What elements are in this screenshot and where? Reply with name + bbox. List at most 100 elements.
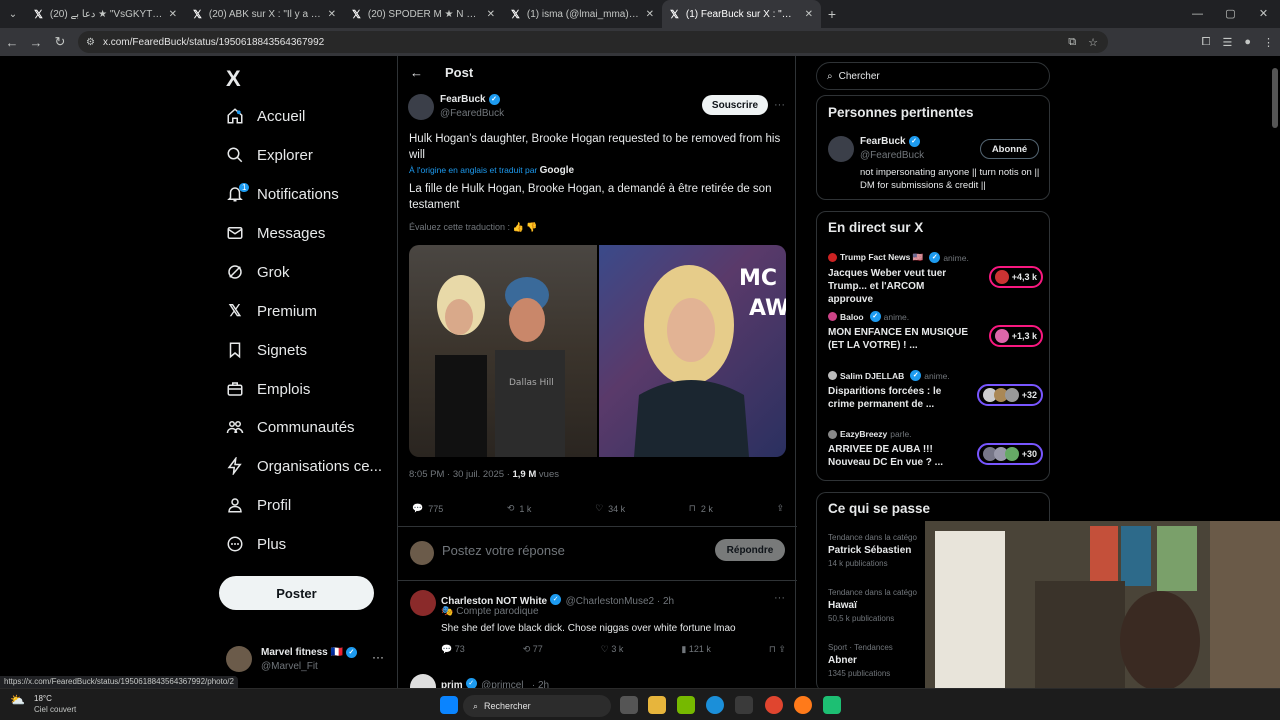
avatar[interactable] [410, 674, 436, 688]
nvidia-icon[interactable] [677, 696, 695, 714]
file-explorer-icon[interactable] [648, 696, 666, 714]
person-name-row[interactable]: FearBuck ✓ [860, 136, 920, 147]
tab-groups-icon[interactable]: ☰ [1222, 36, 1232, 49]
sidebar-item-bookmarks[interactable]: Signets [226, 335, 307, 365]
reply-button[interactable]: 💬 775 [412, 503, 443, 514]
weather-desc[interactable]: Ciel couvert [34, 705, 76, 714]
sidebar-item-messages[interactable]: Messages [226, 218, 325, 248]
repost-button[interactable]: ⟲ 77 [523, 644, 543, 655]
reply-submit-button[interactable]: Répondre [715, 539, 785, 561]
reply-input[interactable]: Postez votre réponse [442, 543, 565, 558]
trend-item[interactable]: Sport · Tendances Abner 1345 publications [828, 643, 893, 678]
task-view-icon[interactable] [620, 696, 638, 714]
profile-icon[interactable]: ● [1244, 36, 1251, 48]
person-handle[interactable]: @FearedBuck [860, 150, 924, 161]
photo-2[interactable]: MC AW [598, 245, 786, 457]
sidebar-item-explore[interactable]: Explorer [226, 140, 313, 170]
following-button[interactable]: Abonné [980, 139, 1039, 159]
reply-button[interactable]: 💬 73 [441, 644, 465, 655]
thumbs-down-icon[interactable]: 👎 [526, 222, 537, 232]
forward-icon[interactable]: → [24, 35, 48, 50]
app-icon[interactable] [823, 696, 841, 714]
live-item[interactable]: Trump Fact News 🇺🇸 ✓ anime. Jacques Weber … [828, 252, 1043, 306]
sidebar-item-communities[interactable]: Communautés [226, 412, 355, 442]
bookmark-share[interactable]: ⊓ ⇪ [769, 644, 786, 655]
reload-icon[interactable]: ↻ [48, 34, 72, 50]
store-icon[interactable] [735, 696, 753, 714]
thumbs-up-icon[interactable]: 👍 [513, 222, 524, 232]
close-tab-icon[interactable]: ✕ [487, 9, 495, 20]
browser-tab[interactable]: 𝕏 (20) دعا بے ★ "VsGKYTgmxmL ✕ [26, 0, 185, 28]
sidebar-item-grok[interactable]: Grok [226, 257, 290, 287]
author-name-row[interactable]: FearBuck ✓ [440, 94, 500, 105]
live-item[interactable]: Salim DJELLAB ✓ anime. Disparitions forcée… [828, 370, 1043, 411]
close-tab-icon[interactable]: ✕ [169, 9, 177, 20]
subscribe-button[interactable]: Souscrire [702, 95, 768, 115]
close-window-icon[interactable]: ✕ [1247, 0, 1280, 28]
trend-item[interactable]: Tendance dans la catégo Hawaï 50,5 k publi… [828, 588, 917, 623]
site-info-icon[interactable]: ⚙ [86, 37, 95, 48]
weather-icon[interactable]: ⛅ [10, 693, 25, 707]
post-time[interactable]: 8:05 PM · 30 juil. 2025 · [409, 469, 513, 480]
like-button[interactable]: ♡ 3 k [601, 644, 624, 655]
avatar[interactable] [408, 94, 434, 120]
weather-temp[interactable]: 18°C [34, 694, 52, 703]
back-arrow-icon[interactable]: ← [410, 65, 423, 80]
maximize-icon[interactable]: ▢ [1214, 0, 1247, 28]
browser-tab[interactable]: 𝕏 (20) ABK sur X : "Il y a un mec ✕ [185, 0, 344, 28]
photo-1[interactable]: Dallas Hill [409, 245, 597, 457]
share-button[interactable]: ⇪ [776, 503, 784, 514]
sidebar-item-organizations[interactable]: Organisations ce... [226, 451, 382, 481]
browser-menu-icon[interactable]: ⋮ [1263, 36, 1274, 49]
like-button[interactable]: ♡ 34 k [595, 503, 625, 514]
firefox-icon[interactable] [794, 696, 812, 714]
install-icon[interactable]: ⧉ [1068, 36, 1076, 49]
page-scrollbar[interactable] [1272, 68, 1278, 128]
back-icon[interactable]: ← [0, 35, 24, 50]
post-media[interactable]: Dallas Hill MC AW [409, 245, 786, 457]
sidebar-item-profile[interactable]: Profil [226, 490, 291, 520]
repost-button[interactable]: ⟲ 1 k [507, 503, 532, 514]
browser-tab[interactable]: 𝕏 (20) SPODER M ★ N sur X : "C'e ✕ [344, 0, 503, 28]
url-field[interactable]: ⚙ x.com/FearedBuck/status/19506188435643… [78, 31, 1108, 53]
sidebar-item-notifications[interactable]: 1 Notifications [226, 179, 339, 209]
chrome-icon[interactable] [765, 696, 783, 714]
minimize-icon[interactable]: — [1181, 0, 1214, 28]
account-more-icon[interactable]: ··· [372, 650, 384, 664]
close-tab-icon[interactable]: ✕ [646, 9, 654, 20]
trend-item[interactable]: Tendance dans la catégo Patrick Sébastien… [828, 533, 917, 568]
bookmark-button[interactable]: ⊓ 2 k [689, 503, 713, 514]
new-tab-button[interactable]: + [821, 6, 843, 22]
author-handle[interactable]: @FearedBuck [440, 108, 504, 119]
x-logo[interactable]: X [226, 66, 241, 92]
account-switcher[interactable]: Marvel fitness 🇫🇷 ✓ @Marvel_Fit ··· [226, 644, 386, 676]
sidebar-item-premium[interactable]: 𝕏 Premium [226, 296, 317, 326]
search-input[interactable]: ⌕ Chercher [816, 62, 1050, 90]
tab-search-button[interactable]: ⌄ [0, 0, 26, 28]
post-button[interactable]: Poster [219, 576, 374, 610]
sidebar-item-home[interactable]: Accueil [226, 101, 305, 131]
author-name[interactable]: FearBuck [440, 94, 486, 105]
edge-icon[interactable] [706, 696, 724, 714]
avatar[interactable] [828, 136, 854, 162]
post-more-icon[interactable]: ··· [774, 99, 785, 111]
reply-handle[interactable]: @CharlestonMuse2 · 2h [566, 596, 675, 607]
live-item[interactable]: Baloo ✓ anime. MON ENFANCE EN MUSIQUE (ET … [828, 311, 1043, 352]
reply-handle[interactable]: @primcel_ · 2h [481, 680, 549, 688]
avatar[interactable] [410, 590, 436, 616]
person-name[interactable]: FearBuck [860, 136, 906, 147]
extensions-icon[interactable]: ⧠ [1202, 36, 1211, 49]
browser-tab-active[interactable]: 𝕏 (1) FearBuck sur X : "Hulk Hoga ✕ [662, 0, 821, 28]
reply-author[interactable]: prim [441, 680, 463, 688]
browser-tab[interactable]: 𝕏 (1) isma (@lmai_mma) / X ✕ [503, 0, 662, 28]
views-button[interactable]: ▮ 121 k [681, 644, 710, 655]
live-item[interactable]: EazyBreezy parle. ARRIVEE DE AUBA !!! Nou… [828, 429, 1043, 469]
sidebar-item-jobs[interactable]: Emplois [226, 374, 310, 404]
bookmark-star-icon[interactable]: ☆ [1088, 36, 1098, 49]
reply-more-icon[interactable]: ··· [774, 592, 785, 604]
close-tab-icon[interactable]: ✕ [805, 9, 813, 20]
taskbar-search[interactable]: ⌕ Rechercher [463, 695, 611, 717]
close-tab-icon[interactable]: ✕ [328, 9, 336, 20]
sidebar-item-more[interactable]: Plus [226, 529, 286, 559]
windows-start-icon[interactable] [440, 696, 458, 714]
